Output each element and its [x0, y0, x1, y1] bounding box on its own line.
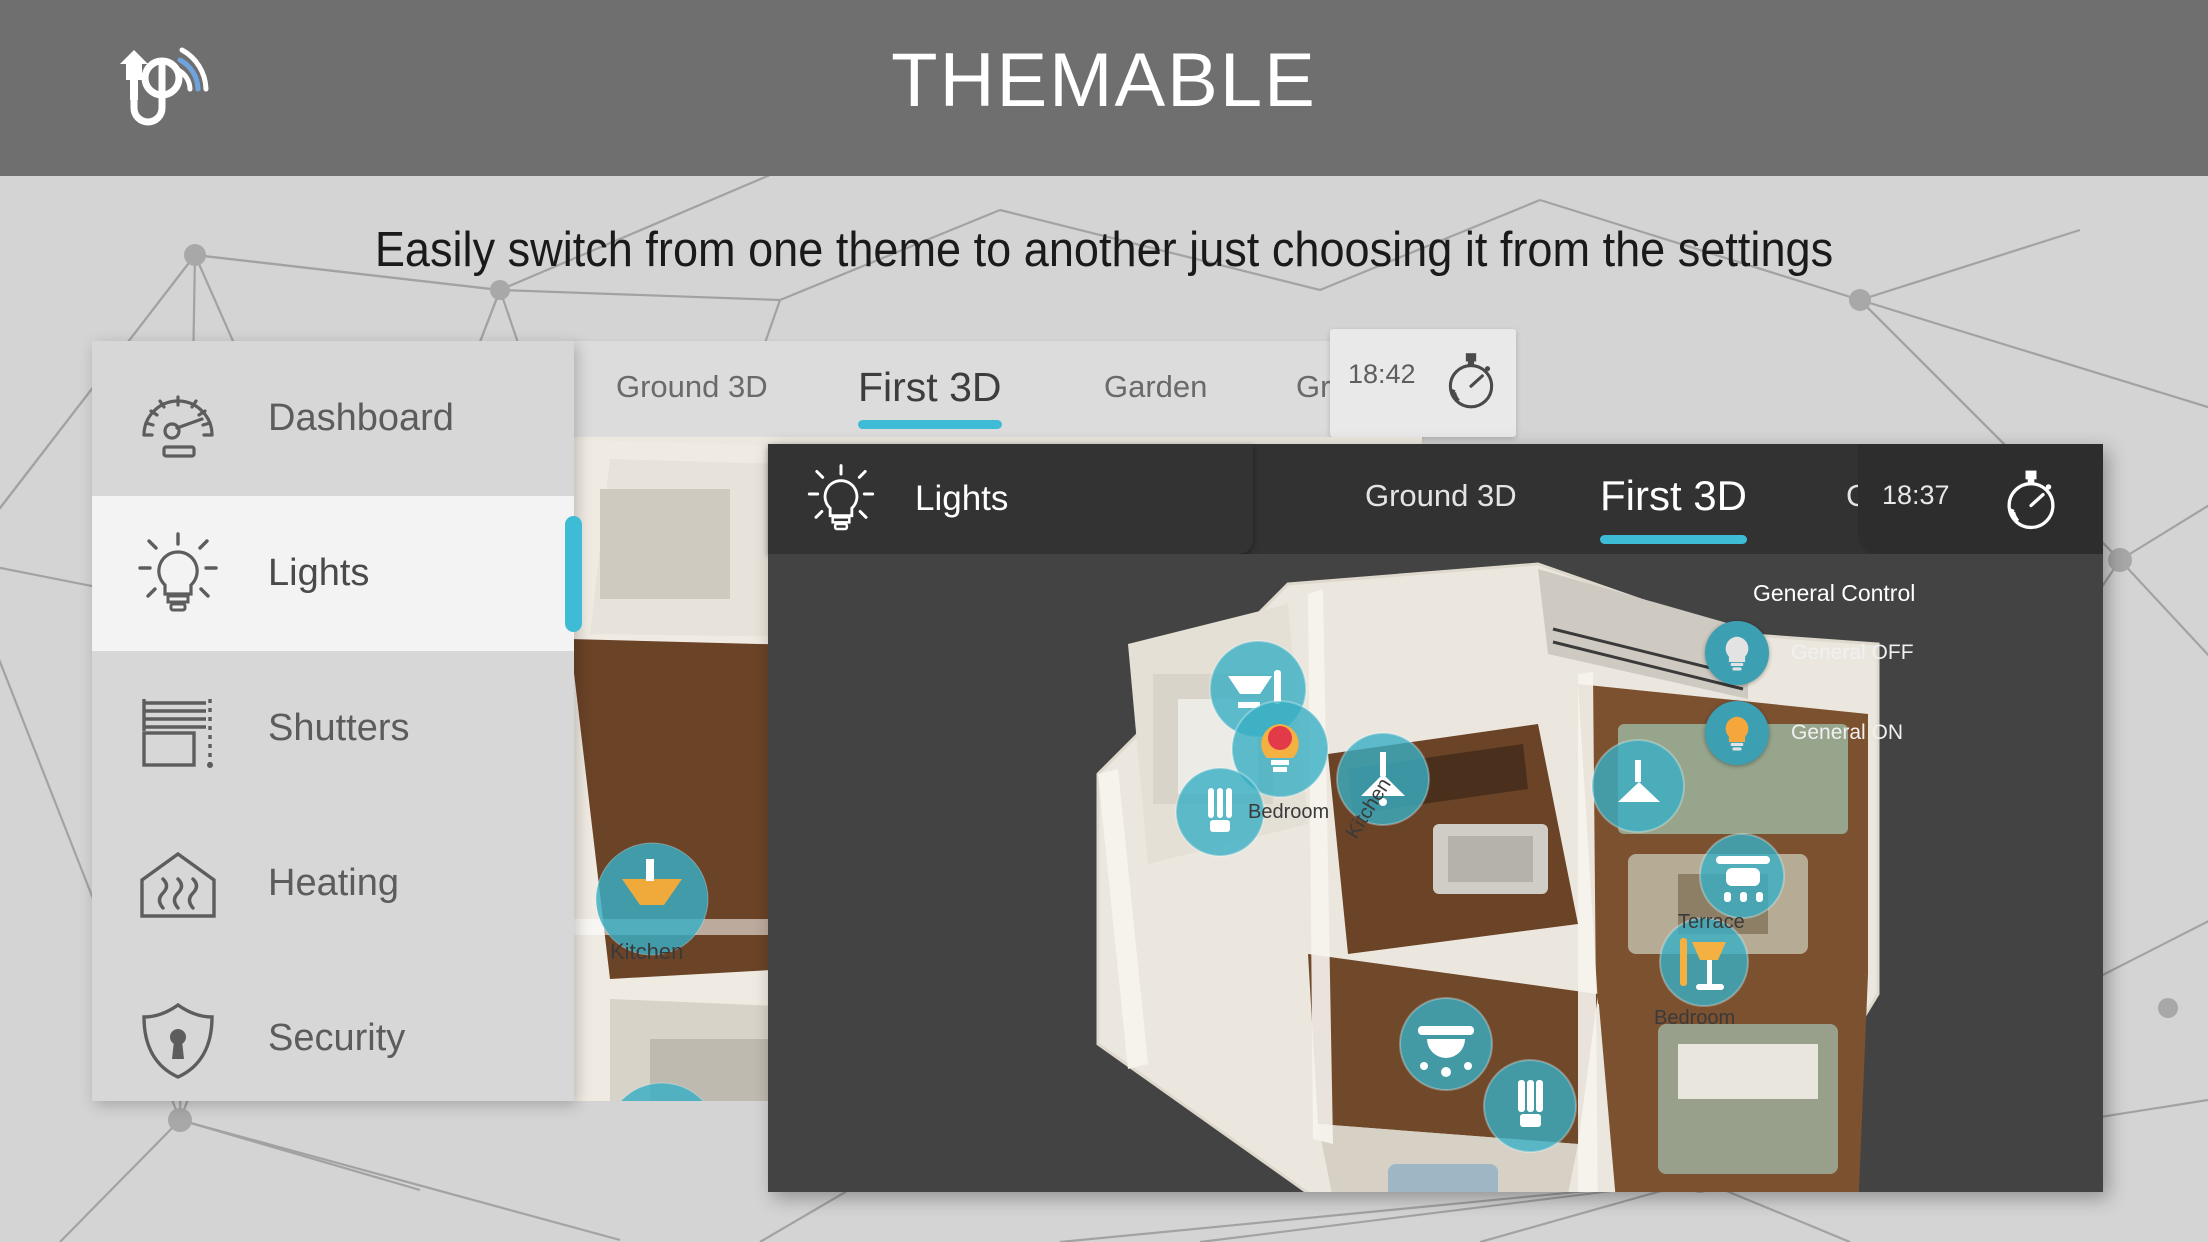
sidebar-item-label: Lights	[268, 552, 370, 594]
bulb-icon	[807, 464, 875, 531]
active-tab-underline	[858, 420, 1002, 429]
clock-time: 18:42	[1348, 359, 1416, 389]
dark-section-label: Lights	[915, 479, 1009, 518]
active-tab-underline	[1600, 535, 1747, 544]
sidebar-item-lights[interactable]: Lights	[92, 496, 582, 651]
blinds-icon	[142, 698, 213, 768]
svg-text:Terrace: Terrace	[1678, 911, 1745, 933]
dark-section-lights[interactable]: Lights	[768, 444, 1253, 554]
svg-text:Kitchen: Kitchen	[610, 939, 683, 964]
subtitle-text: Easily switch from one theme to another …	[374, 223, 1834, 277]
general-on-button[interactable]	[1705, 701, 1769, 765]
stopwatch-icon[interactable]	[1440, 347, 1502, 413]
svg-text:Bedroom: Bedroom	[1654, 1007, 1735, 1029]
bulb-filled-icon	[1725, 636, 1749, 671]
dark-theme-preview: Lights Ground 3D First 3D Garden Ground …	[768, 444, 2103, 1192]
gauge-icon	[142, 394, 214, 458]
dark-tab-first-3d[interactable]: First 3D	[1600, 444, 1747, 554]
sidebar-item-label: Heating	[268, 862, 399, 904]
page-title: THEMABLE	[891, 38, 1317, 123]
dark-theme-body: Bedroom Kitchen Terrace Bedroom General …	[768, 554, 2103, 1192]
sidebar-item-security[interactable]: Security	[92, 961, 574, 1116]
general-off-row[interactable]: General OFF	[1705, 621, 2065, 685]
light-tab-ground-3d[interactable]: Ground 3D	[616, 341, 768, 437]
tab-label: First 3D	[1600, 472, 1747, 519]
general-on-row[interactable]: General ON	[1705, 701, 2065, 765]
app-header: THEMABLE	[0, 0, 2208, 176]
light-theme-clock-panel[interactable]: 18:42	[1330, 329, 1516, 437]
dark-theme-clock-panel[interactable]: 18:37	[1858, 444, 2103, 554]
sidebar-menu[interactable]: Dashboard Lights Shutters Heating Securi…	[92, 341, 582, 1101]
dark-theme-topbar: Lights Ground 3D First 3D Garden Ground …	[768, 444, 2103, 554]
bulb-icon	[138, 531, 218, 611]
general-control-title: General Control	[1753, 580, 1916, 606]
tab-label: Garden	[1104, 369, 1208, 404]
sidebar-item-heating[interactable]: Heating	[92, 806, 574, 961]
svg-text:Bedroom: Bedroom	[1248, 801, 1329, 823]
general-off-label: General OFF	[1791, 641, 1914, 664]
light-tab-first-3d[interactable]: First 3D	[858, 341, 1002, 437]
sidebar-item-label: Security	[268, 1017, 406, 1059]
light-theme-tabbar: Ground 3D First 3D Garden Ground	[570, 341, 1422, 437]
sidebar-item-label: Shutters	[268, 707, 410, 749]
sidebar-item-label: Dashboard	[268, 397, 454, 439]
sidebar-item-shutters[interactable]: Shutters	[92, 651, 574, 806]
sidebar-item-dashboard[interactable]: Dashboard	[92, 341, 574, 496]
light-tab-garden[interactable]: Garden	[1104, 341, 1207, 437]
bulb-filled-icon	[1725, 716, 1749, 751]
tab-label: First 3D	[858, 364, 1002, 410]
dark-tab-ground-3d[interactable]: Ground 3D	[1365, 444, 1517, 554]
clock-time: 18:37	[1882, 480, 1950, 510]
general-on-label: General ON	[1791, 721, 1904, 744]
general-off-button[interactable]	[1705, 621, 1769, 685]
stopwatch-icon[interactable]	[1998, 464, 2064, 534]
tab-label: Ground 3D	[1365, 478, 1517, 513]
heating-icon	[140, 851, 216, 918]
shield-icon	[142, 1002, 214, 1079]
general-control-panel: General Control General OFF General ON	[1705, 580, 2065, 781]
tab-label: Ground 3D	[616, 369, 768, 404]
active-item-indicator	[565, 516, 582, 632]
